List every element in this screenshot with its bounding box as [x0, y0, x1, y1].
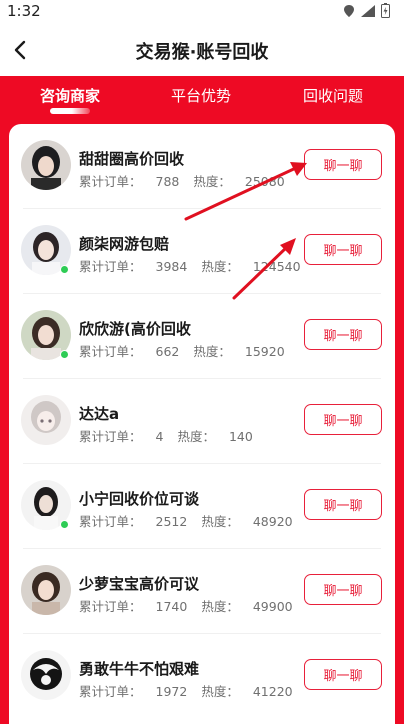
avatar[interactable]: [21, 565, 71, 615]
heat-label: 热度：: [193, 174, 231, 189]
heat-label: 热度：: [201, 514, 239, 529]
heat-label: 热度：: [201, 599, 239, 614]
battery-icon: [381, 3, 390, 18]
merchant-name: 欣欣游(高价回收: [79, 320, 191, 338]
tab-recycle-questions[interactable]: 回收问题: [303, 85, 363, 106]
chat-button[interactable]: 聊一聊: [304, 234, 382, 265]
heat-value: 48920: [252, 514, 293, 529]
online-indicator: [60, 265, 69, 274]
merchant-name: 小宁回收价位可谈: [79, 490, 200, 508]
status-time: 1:32: [7, 2, 41, 20]
heat-value: 25080: [244, 174, 285, 189]
tab-bar: 咨询商家 平台优势 回收问题: [0, 76, 404, 122]
orders-value: 788: [155, 174, 180, 189]
orders-label: 累计订单：: [79, 514, 142, 529]
avatar[interactable]: [21, 650, 71, 700]
chat-button[interactable]: 聊一聊: [304, 659, 382, 690]
merchant-item-6: 勇敢牛牛不怕艰难 累计订单： 1972 热度： 41220 聊一聊: [9, 634, 395, 719]
heat-value: 41220: [252, 684, 293, 699]
chat-button[interactable]: 聊一聊: [304, 319, 382, 350]
status-icons: [343, 3, 390, 18]
orders-label: 累计订单：: [79, 684, 142, 699]
tab-platform-advantages[interactable]: 平台优势: [171, 85, 231, 106]
merchant-stats: 累计订单： 1972 热度： 41220: [79, 681, 293, 700]
orders-label: 累计订单：: [79, 429, 142, 444]
merchant-stats: 累计订单： 662 热度： 15920: [79, 341, 285, 360]
merchant-stats: 累计订单： 4 热度： 140: [79, 426, 253, 445]
orders-label: 累计订单：: [79, 174, 142, 189]
orders-value: 1972: [155, 684, 188, 699]
merchant-name: 甜甜圈高价回收: [79, 150, 185, 168]
merchant-item-1: 颜柒网游包赔 累计订单： 3984 热度： 124540 聊一聊: [9, 209, 395, 294]
heat-label: 热度：: [177, 429, 215, 444]
orders-value: 1740: [155, 599, 188, 614]
merchant-stats: 累计订单： 788 热度： 25080: [79, 171, 285, 190]
merchant-item-2: 欣欣游(高价回收 累计订单： 662 热度： 15920 聊一聊: [9, 294, 395, 379]
avatar[interactable]: [21, 140, 71, 190]
signal-icon: [361, 4, 375, 17]
orders-value: 3984: [155, 259, 188, 274]
online-indicator: [60, 350, 69, 359]
status-bar: 1:32: [0, 0, 404, 24]
heat-label: 热度：: [193, 344, 231, 359]
page-title: 交易猴·账号回收: [135, 42, 269, 63]
heat-label: 热度：: [201, 684, 239, 699]
merchant-name: 达达a: [79, 405, 120, 423]
orders-label: 累计订单：: [79, 599, 142, 614]
merchant-stats: 累计订单： 3984 热度： 124540: [79, 256, 301, 275]
orders-value: 4: [155, 429, 164, 444]
orders-value: 2512: [155, 514, 188, 529]
chat-button[interactable]: 聊一聊: [304, 404, 382, 435]
heat-value: 140: [228, 429, 253, 444]
tab-consult-merchants[interactable]: 咨询商家: [40, 85, 100, 106]
merchant-name: 勇敢牛牛不怕艰难: [79, 660, 200, 678]
orders-label: 累计订单：: [79, 344, 142, 359]
merchant-item-4: 小宁回收价位可谈 累计订单： 2512 热度： 48920 聊一聊: [9, 464, 395, 549]
active-tab-indicator: [50, 108, 90, 114]
heat-value: 124540: [252, 259, 301, 274]
merchant-stats: 累计订单： 2512 热度： 48920: [79, 511, 293, 530]
heat-value: 15920: [244, 344, 285, 359]
merchant-name: 颜柒网游包赔: [79, 235, 170, 253]
merchant-item-5: 少萝宝宝高价可议 累计订单： 1740 热度： 49900 聊一聊: [9, 549, 395, 634]
app-header: 交易猴·账号回收: [0, 24, 404, 76]
heat-label: 热度：: [201, 259, 239, 274]
chat-button[interactable]: 聊一聊: [304, 489, 382, 520]
orders-value: 662: [155, 344, 180, 359]
merchant-name: 少萝宝宝高价可议: [79, 575, 200, 593]
avatar[interactable]: [21, 395, 71, 445]
location-icon: [344, 4, 354, 17]
online-indicator: [60, 520, 69, 529]
merchant-item-0: 甜甜圈高价回收 累计订单： 788 热度： 25080 聊一聊: [9, 124, 395, 209]
orders-label: 累计订单：: [79, 259, 142, 274]
merchant-item-3: 达达a 累计订单： 4 热度： 140 聊一聊: [9, 379, 395, 464]
chat-button[interactable]: 聊一聊: [304, 149, 382, 180]
chat-button[interactable]: 聊一聊: [304, 574, 382, 605]
heat-value: 49900: [252, 599, 293, 614]
merchant-stats: 累计订单： 1740 热度： 49900: [79, 596, 293, 615]
